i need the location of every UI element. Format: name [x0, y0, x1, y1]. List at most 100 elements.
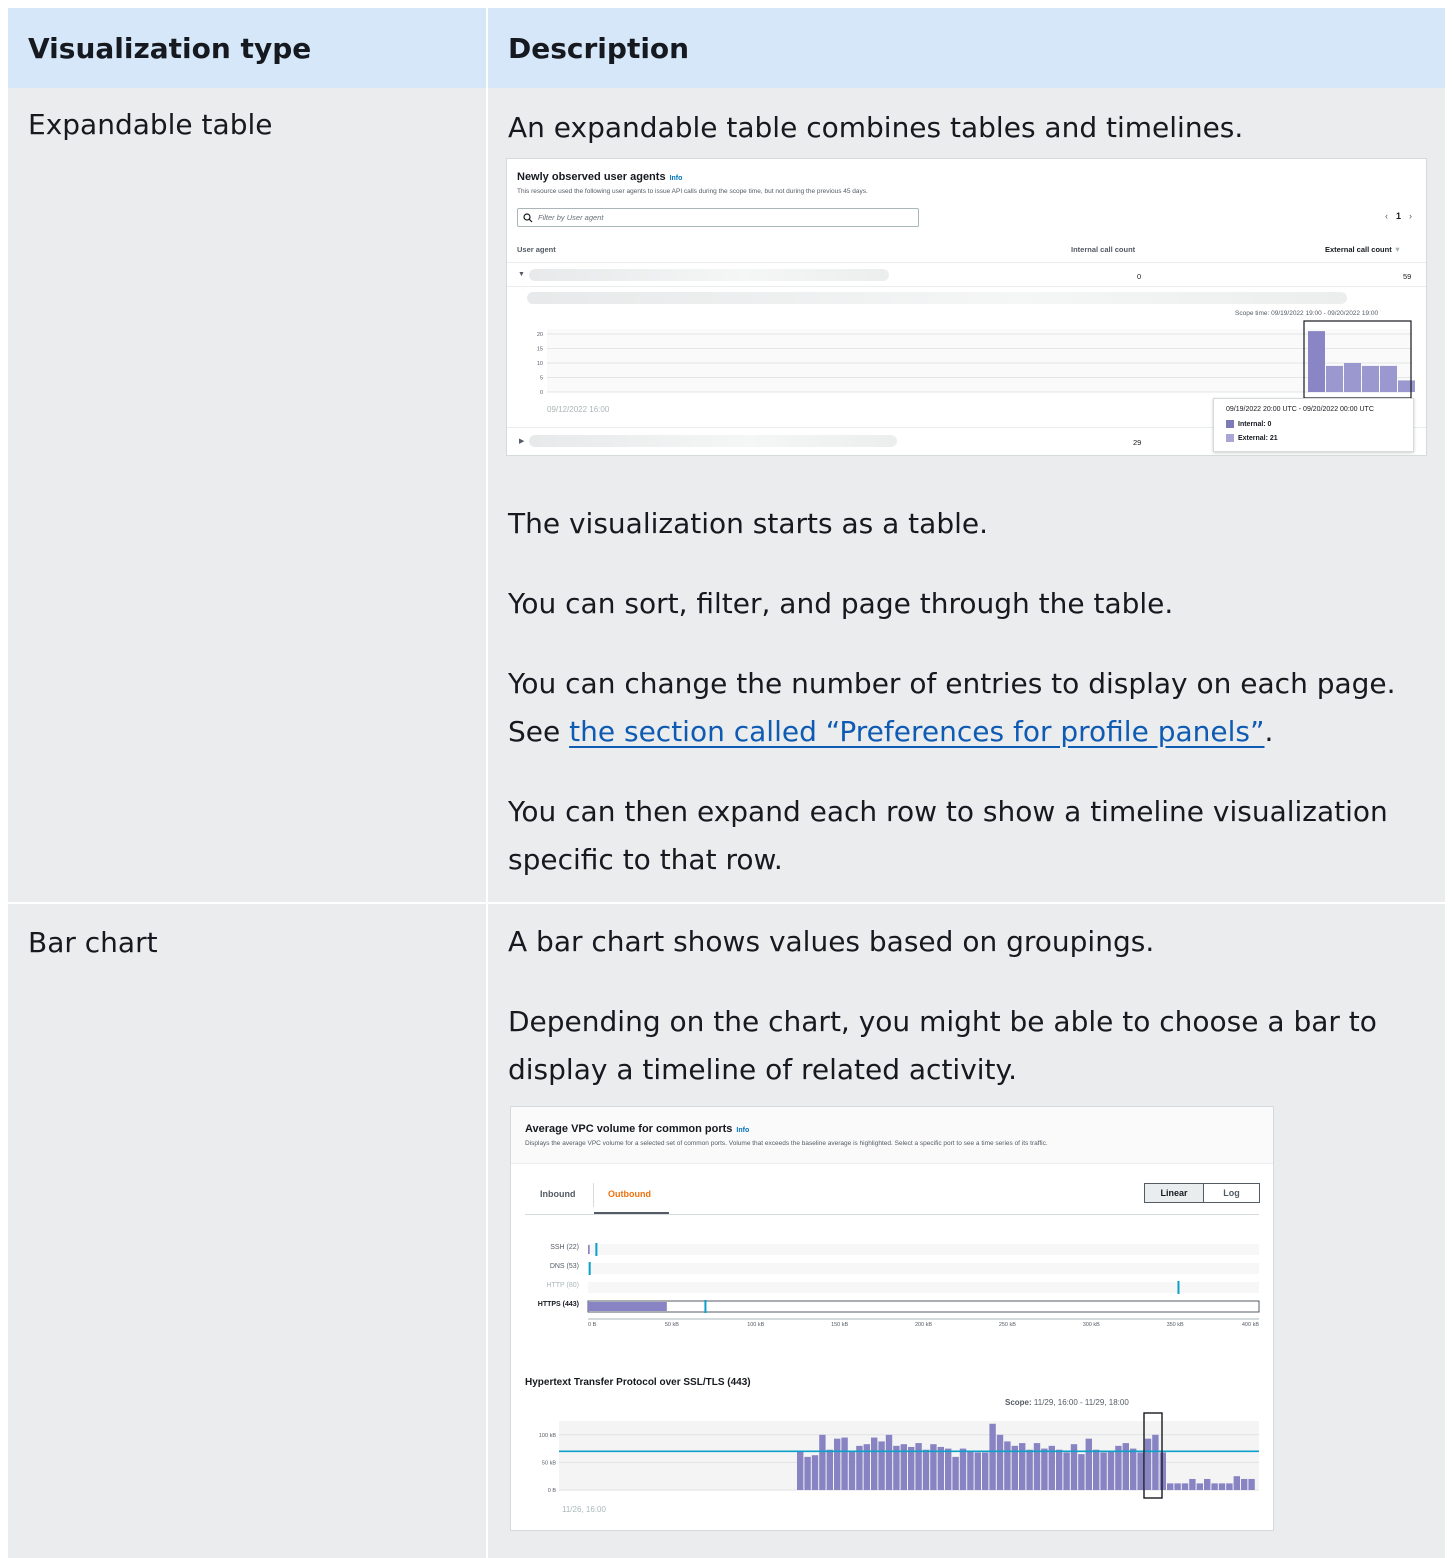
header-visualization-type: Visualization type — [28, 31, 312, 65]
timeline-bar — [1137, 1452, 1144, 1490]
search-icon — [523, 213, 533, 223]
internal-count: 0 — [1137, 272, 1142, 281]
next-page-icon[interactable]: › — [1409, 211, 1412, 221]
timeline-bar — [1380, 365, 1397, 392]
expandable-table-screenshot: Newly observed user agents Info This reso… — [506, 158, 1427, 456]
x-tick-label: 400 kB — [1242, 1322, 1259, 1327]
timeline-bar — [893, 1445, 900, 1490]
prev-page-icon[interactable]: ‹ — [1385, 211, 1388, 221]
timeline-bar — [1093, 1449, 1100, 1490]
filter-input[interactable]: Filter by User agent — [517, 208, 919, 227]
timeline-title: Hypertext Transfer Protocol over SSL/TLS… — [525, 1377, 751, 1388]
port-track — [588, 1263, 1259, 1274]
blurred-user-agent — [529, 435, 897, 447]
expand-right-icon[interactable]: ▶ — [519, 437, 524, 445]
timeline-bar — [848, 1451, 856, 1490]
tab-inbound[interactable]: Inbound — [540, 1189, 576, 1199]
column-internal-call-count[interactable]: Internal call count — [1071, 245, 1135, 254]
timeline-bar — [856, 1445, 863, 1490]
timeline-bar — [1004, 1441, 1011, 1490]
linear-scale-button[interactable]: Linear — [1144, 1183, 1204, 1203]
x-tick-label: 250 kB — [999, 1322, 1016, 1327]
timeline-bar — [1248, 1478, 1255, 1490]
timeline-bar — [878, 1441, 885, 1490]
timeline-bar — [952, 1456, 959, 1490]
paragraph: The visualization starts as a table. — [508, 507, 988, 540]
row-type-bar-chart: Bar chart — [28, 926, 158, 959]
timeline-bar — [1041, 1448, 1048, 1490]
timeline-bar — [1326, 365, 1343, 392]
timeline-bar — [819, 1434, 826, 1490]
timeline-bar — [1233, 1476, 1240, 1490]
divider — [507, 286, 1426, 287]
y-tick-label: 100 kB — [539, 1433, 556, 1439]
y-tick-label: 20 — [537, 332, 543, 338]
external-count: 59 — [1403, 272, 1412, 281]
timeline-bar — [1181, 1483, 1189, 1490]
timeline-bar — [1218, 1483, 1226, 1490]
preferences-link[interactable]: the section called “Preferences for prof… — [569, 715, 1264, 748]
timeline-bar — [1196, 1483, 1203, 1490]
timeline-bar — [996, 1434, 1004, 1490]
x-tick-label: 350 kB — [1167, 1322, 1184, 1327]
panel-description: This resource used the following user ag… — [517, 188, 868, 195]
timeline-bar — [1308, 331, 1325, 392]
timeline-bar — [1344, 363, 1361, 392]
port-track — [587, 1300, 1260, 1313]
timeline-bar — [1152, 1434, 1159, 1490]
paragraph: You can then expand each row to show a t… — [508, 795, 1388, 876]
page-number[interactable]: 1 — [1396, 211, 1401, 221]
paragraph: An expandable table combines tables and … — [508, 111, 1244, 144]
blurred-user-agent — [529, 269, 889, 281]
tooltip-internal: Internal: 0 — [1226, 420, 1271, 428]
timeline-bar — [937, 1446, 944, 1490]
column-divider — [486, 904, 488, 1558]
timeline-bar — [1144, 1438, 1152, 1490]
timeline-bar — [1130, 1448, 1137, 1490]
timeline-bar — [959, 1448, 967, 1490]
table-header-row: Visualization type Description — [8, 8, 1445, 88]
timeline-bar — [967, 1451, 974, 1490]
timeline-bar — [1211, 1483, 1218, 1490]
column-external-call-count[interactable]: External call count ▼ — [1325, 245, 1401, 254]
panel-title: Newly observed user agents Info — [517, 171, 683, 183]
timeline-bar — [1159, 1452, 1166, 1490]
header-description: Description — [508, 31, 690, 65]
paragraph: You can sort, filter, and page through t… — [508, 587, 1174, 620]
y-tick-label: 0 — [540, 390, 543, 396]
tab-outbound[interactable]: Outbound — [608, 1189, 651, 1199]
timeline-start-label: 09/12/2022 16:00 — [547, 405, 610, 414]
column-user-agent[interactable]: User agent — [517, 245, 556, 254]
tooltip-range: 09/19/2022 20:00 UTC - 09/20/2022 00:00 … — [1226, 406, 1374, 413]
timeline-bar — [1167, 1483, 1174, 1490]
chart-background — [547, 329, 1412, 392]
timeline-bar — [1026, 1449, 1033, 1490]
timeline-bar — [1019, 1443, 1026, 1490]
timeline-bar — [871, 1437, 878, 1490]
timeline-bar — [885, 1434, 893, 1490]
timeline-scope: Scope: 11/29, 16:00 - 11/29, 18:00 — [1005, 1398, 1129, 1407]
info-link[interactable]: Info — [736, 1127, 749, 1134]
x-tick-label: 0 B — [588, 1322, 597, 1327]
blurred-row-detail — [527, 292, 1347, 304]
info-link[interactable]: Info — [670, 175, 683, 182]
timeline-bar — [1122, 1443, 1129, 1490]
x-tick-label: 50 kB — [665, 1322, 679, 1327]
timeline-bar — [1056, 1449, 1063, 1490]
y-tick-label: 10 — [537, 361, 543, 367]
panel-title: Average VPC volume for common ports Info — [525, 1123, 750, 1135]
internal-count: 29 — [1133, 438, 1142, 447]
timeline-bar — [797, 1451, 804, 1490]
timeline-bar — [834, 1438, 841, 1490]
timeline-start-label: 11/26, 16:00 — [562, 1505, 606, 1514]
timeline-bar — [1078, 1454, 1085, 1490]
timeline-bar — [1033, 1443, 1041, 1490]
timeline-bar — [1174, 1483, 1181, 1490]
y-tick-label: 15 — [537, 347, 543, 353]
divider — [525, 1214, 1259, 1215]
expand-down-icon[interactable]: ▼ — [518, 271, 525, 278]
timeline-bar — [1011, 1445, 1018, 1490]
log-scale-button[interactable]: Log — [1203, 1183, 1260, 1203]
pagination: ‹ 1 › — [1385, 211, 1412, 221]
y-tick-label: 5 — [540, 376, 543, 382]
